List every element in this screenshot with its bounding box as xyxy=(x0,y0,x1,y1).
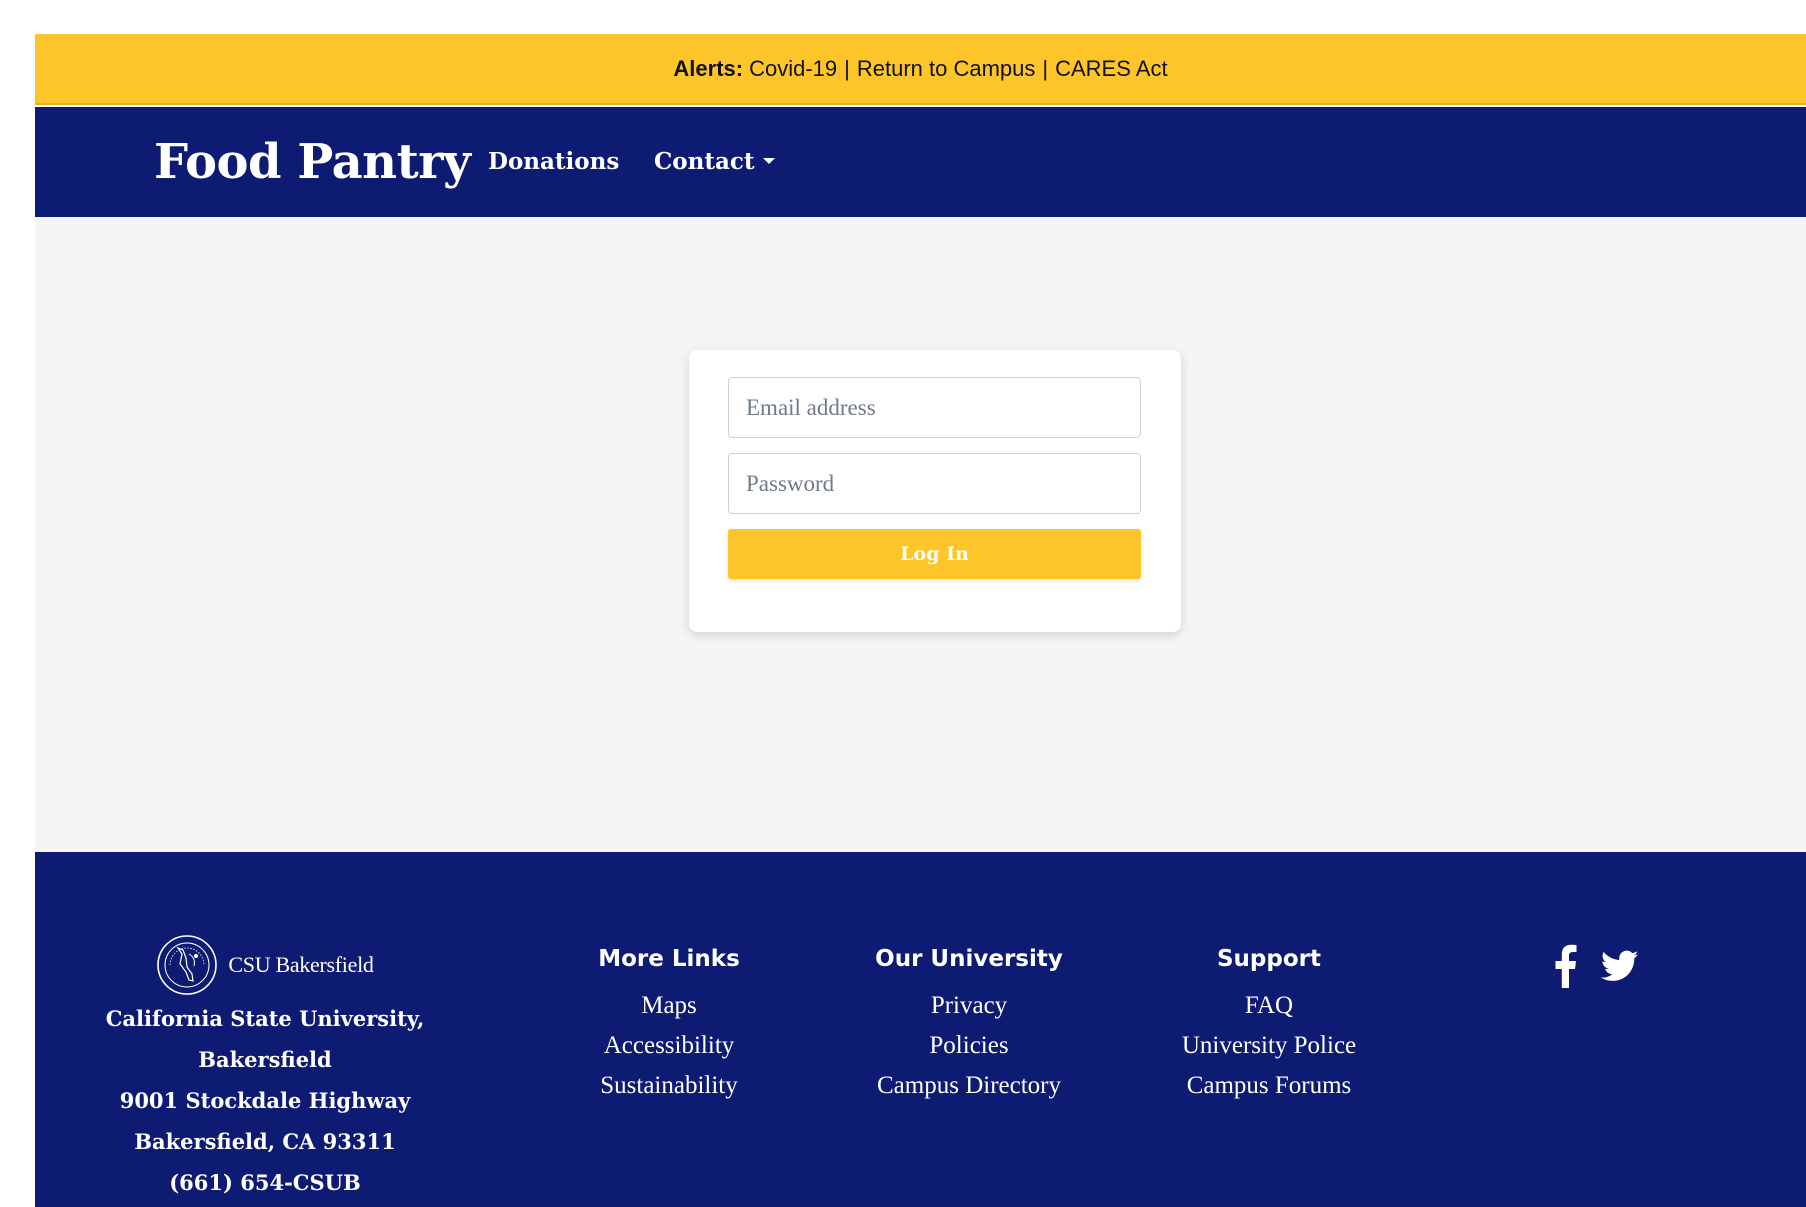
footer-link-university-police[interactable]: University Police xyxy=(1129,1026,1409,1066)
footer-column-support: Support FAQ University Police Campus For… xyxy=(1129,940,1409,1106)
footer-link-policies[interactable]: Policies xyxy=(829,1026,1109,1066)
footer-brand: CSU Bakersfield California State Univers… xyxy=(95,932,435,1203)
footer-link-maps[interactable]: Maps xyxy=(529,986,809,1026)
alert-label: Alerts: xyxy=(673,55,744,81)
site-footer: CSU Bakersfield California State Univers… xyxy=(35,852,1806,1207)
logo-text: CSU Bakersfield xyxy=(228,952,374,977)
alert-separator: | xyxy=(844,55,850,81)
email-field[interactable] xyxy=(728,377,1141,438)
footer-column-heading: Our University xyxy=(875,946,1063,972)
alert-bar: Alerts: Covid-19 | Return to Campus | CA… xyxy=(35,34,1806,105)
alert-link-cares-act[interactable]: CARES Act xyxy=(1055,56,1167,82)
alert-link-covid[interactable]: Covid-19 xyxy=(749,56,837,82)
footer-link-faq[interactable]: FAQ xyxy=(1129,986,1409,1026)
password-field[interactable] xyxy=(728,453,1141,514)
nav-contact-dropdown[interactable]: Contact xyxy=(654,107,775,217)
site-title[interactable]: Food Pantry xyxy=(154,107,471,217)
footer-column-heading: More Links xyxy=(598,946,740,972)
footer-link-privacy[interactable]: Privacy xyxy=(829,986,1109,1026)
social-links xyxy=(1553,944,1641,988)
footer-link-campus-forums[interactable]: Campus Forums xyxy=(1129,1066,1409,1106)
site-header: Food Pantry Donations Contact xyxy=(35,107,1806,217)
nav-donations[interactable]: Donations xyxy=(488,107,619,217)
footer-link-list: Privacy Policies Campus Directory xyxy=(829,986,1109,1106)
address-line: 9001 Stockdale Highway xyxy=(119,1088,411,1113)
login-card: Log In xyxy=(689,350,1181,632)
csu-logo[interactable]: CSU Bakersfield xyxy=(95,932,435,998)
alert-link-return-to-campus[interactable]: Return to Campus xyxy=(857,56,1036,82)
page: Alerts: Covid-19 | Return to Campus | CA… xyxy=(35,34,1806,1207)
footer-column-our-university: Our University Privacy Policies Campus D… xyxy=(829,940,1109,1106)
footer-column-heading: Support xyxy=(1216,946,1321,972)
address-line: (661) 654-CSUB xyxy=(169,1170,361,1195)
footer-link-list: Maps Accessibility Sustainability xyxy=(529,986,809,1106)
address-line: Bakersfield xyxy=(198,1047,332,1072)
login-button[interactable]: Log In xyxy=(728,529,1141,579)
nav-donations-label: Donations xyxy=(488,148,620,175)
address-line: California State University, xyxy=(105,1006,425,1031)
university-seal-icon xyxy=(157,935,218,995)
alert-separator: | xyxy=(1042,55,1049,81)
footer-link-accessibility[interactable]: Accessibility xyxy=(529,1026,809,1066)
caret-down-icon xyxy=(762,158,775,164)
main-content: Log In xyxy=(35,217,1806,852)
twitter-icon[interactable] xyxy=(1599,947,1641,985)
footer-link-campus-directory[interactable]: Campus Directory xyxy=(829,1066,1109,1106)
address-line: Bakersfield, CA 93311 xyxy=(134,1129,396,1154)
facebook-icon[interactable] xyxy=(1553,944,1577,988)
footer-column-more-links: More Links Maps Accessibility Sustainabi… xyxy=(529,940,809,1106)
footer-link-sustainability[interactable]: Sustainability xyxy=(529,1066,809,1106)
nav-contact-label: Contact xyxy=(654,148,755,175)
footer-link-list: FAQ University Police Campus Forums xyxy=(1129,986,1409,1106)
